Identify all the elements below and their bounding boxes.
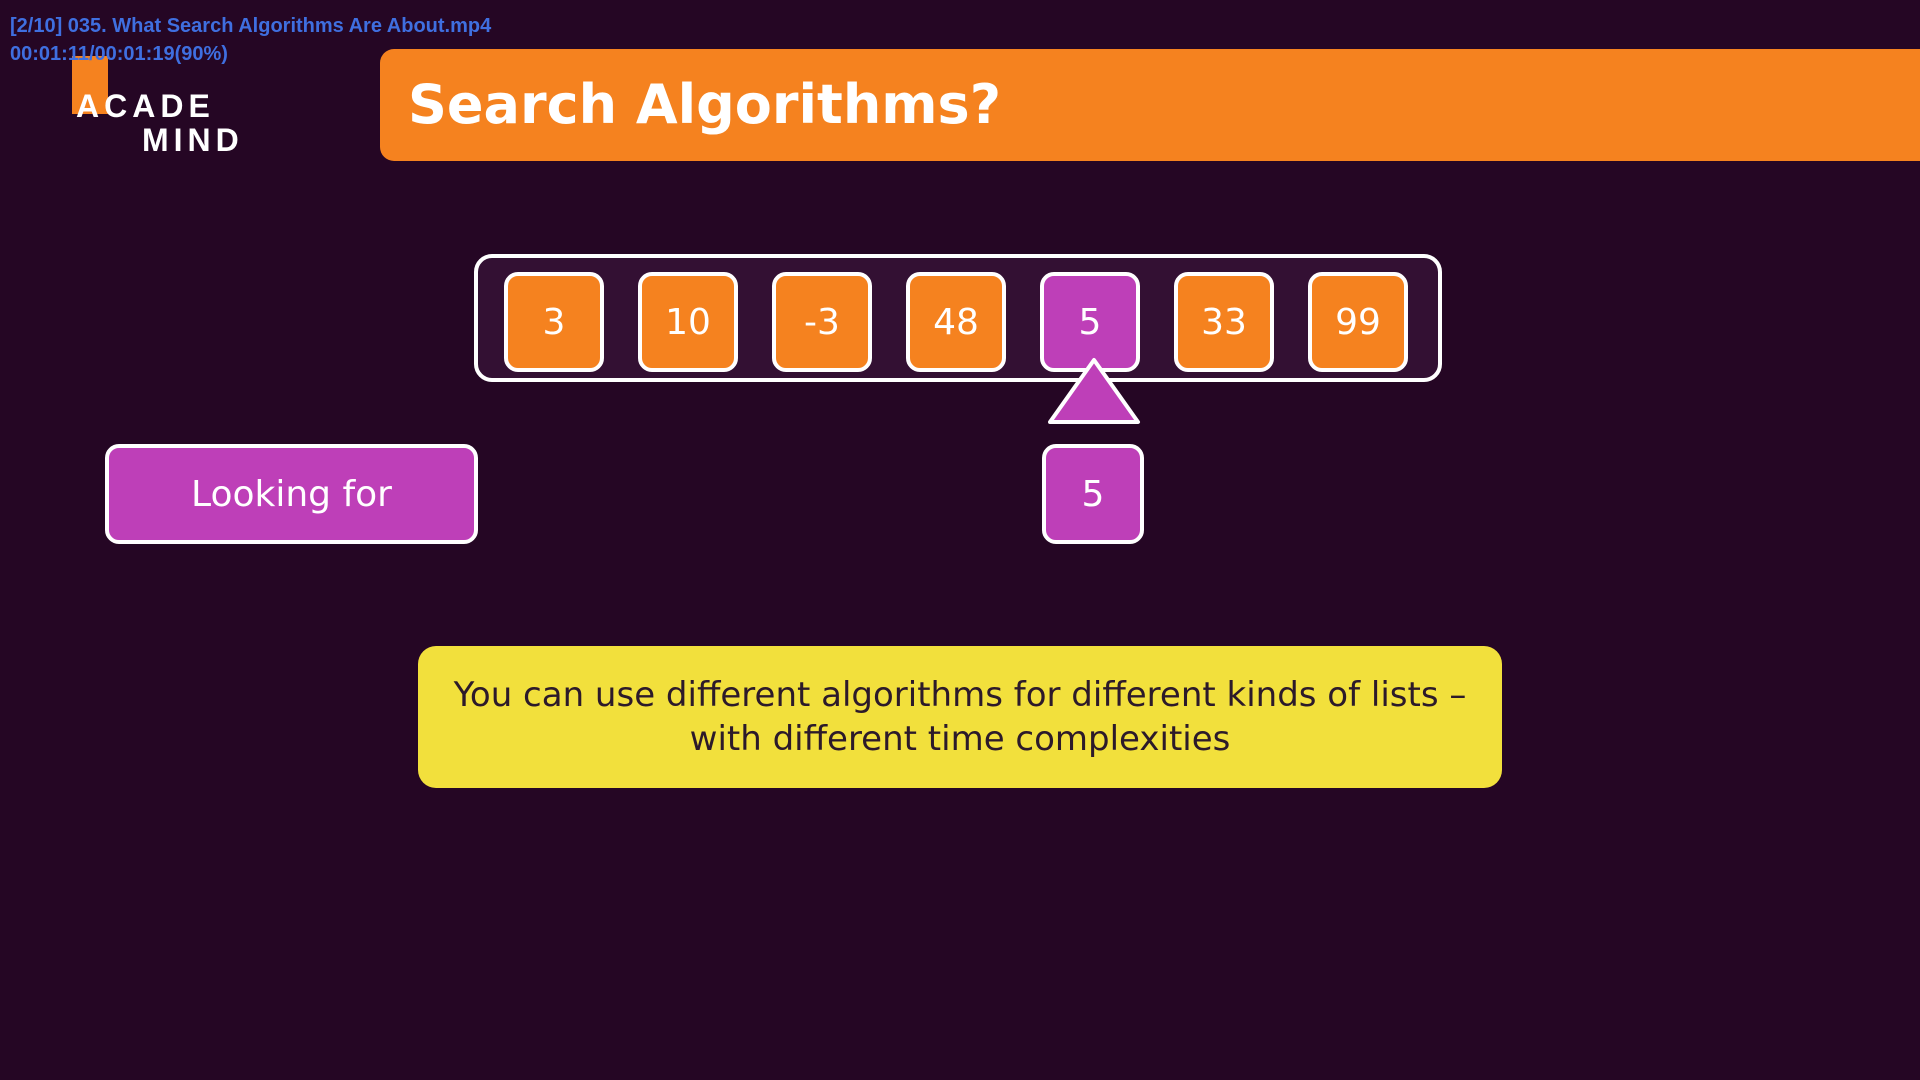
target-value-box: 5 (1042, 444, 1144, 544)
array-cell: 10 (638, 272, 738, 372)
academind-logo: ACADE MIND (72, 56, 252, 158)
title-banner: Search Algorithms? (380, 49, 1920, 161)
logo-text-line2: MIND (142, 122, 244, 158)
array-cell: 33 (1174, 272, 1274, 372)
array-cell: 48 (906, 272, 1006, 372)
note-line-2: with different time complexities (689, 719, 1231, 759)
array-cell: 99 (1308, 272, 1408, 372)
video-frame: [2/10] 035. What Search Algorithms Are A… (0, 0, 1920, 1080)
array-container: 3 10 -3 48 5 33 99 (474, 254, 1442, 382)
slide-title: Search Algorithms? (408, 73, 1002, 136)
logo-text-line1: ACADE (76, 88, 215, 124)
array-cell: -3 (772, 272, 872, 372)
note-callout: You can use different algorithms for dif… (418, 646, 1502, 788)
array-cell: 3 (504, 272, 604, 372)
player-osd: [2/10] 035. What Search Algorithms Are A… (10, 12, 491, 68)
osd-file-name: [2/10] 035. What Search Algorithms Are A… (10, 15, 492, 37)
note-line-1: You can use different algorithms for dif… (453, 675, 1467, 715)
pointer-triangle-icon (1048, 358, 1140, 424)
osd-timecode: 00:01:11/00:01:19(90%) (10, 43, 228, 65)
looking-for-label: Looking for (105, 444, 478, 544)
